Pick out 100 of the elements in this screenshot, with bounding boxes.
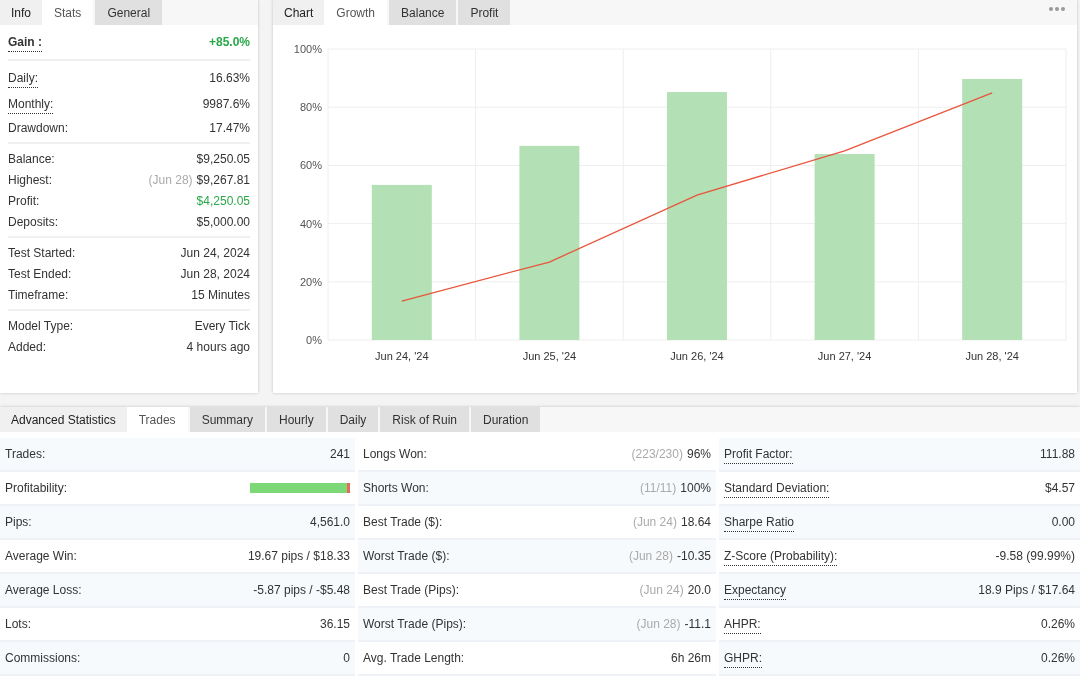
stat-label: Trades: (5, 446, 46, 463)
date-note: (Jun 28) (148, 172, 193, 187)
tab[interactable]: Balance (389, 0, 459, 25)
stat-label: Avg. Trade Length: (363, 650, 465, 667)
note-text: (Jun 24) (639, 583, 684, 597)
stat-label: Expectancy (724, 580, 787, 600)
stat-value: 15 Minutes (191, 287, 250, 302)
stat-value: 100% (680, 481, 711, 495)
axis-label: Jun 24, '24 (375, 350, 429, 362)
stat-value: 36.15 (319, 617, 350, 631)
axis-label: Jun 28, '24 (965, 350, 1019, 362)
stat-label: Worst Trade (Pips): (363, 616, 467, 633)
stat-label: Average Loss: (5, 582, 82, 599)
stat-value: -11.1 (684, 617, 711, 631)
stat-value: 9987.6% (202, 97, 250, 111)
menu-icon[interactable] (1049, 6, 1065, 12)
stat-value: 20.0 (687, 583, 711, 597)
stat-label: Test Ended: (8, 265, 72, 283)
panel-title: Chart (273, 0, 325, 25)
stat-label: Sharpe Ratio (724, 512, 795, 532)
stat-value: Jun 24, 2024 (180, 245, 250, 260)
stat-value: Every Tick (194, 318, 250, 333)
tab[interactable]: General (95, 0, 165, 25)
tab[interactable]: Daily (327, 407, 381, 432)
stat-label: Highest: (8, 171, 53, 189)
stat-value: $9,250.05 (196, 151, 250, 166)
stat-label: Balance: (8, 150, 55, 168)
stat-label: Best Trade (Pips): (363, 582, 460, 599)
axis-label: 0% (306, 334, 322, 346)
stat-value: 17.47% (209, 120, 250, 135)
stat-value: 6h 26m (670, 651, 711, 665)
stat-label: Monthly: (8, 94, 54, 114)
tab[interactable]: Growth (324, 0, 390, 25)
axis-label: 80% (299, 101, 322, 114)
stat-label: GHPR: (724, 648, 762, 668)
stat-value: $4,250.05 (196, 193, 250, 208)
stat-value: 4,561.0 (309, 515, 350, 529)
stat-value: 111.88 (1040, 447, 1075, 461)
panel-title: Info (0, 0, 42, 25)
axis-label: 20% (299, 275, 322, 288)
note-text: (Jun 28) (636, 617, 681, 631)
stat-label: Daily: (8, 68, 38, 88)
axis-label: Jun 27, '24 (817, 350, 872, 362)
stat-label: Worst Trade ($): (363, 548, 450, 565)
tab[interactable]: Profit (458, 0, 513, 25)
tab[interactable]: Duration (471, 407, 543, 432)
stat-value: 96% (686, 447, 711, 461)
stat-label: Lots: (5, 616, 31, 633)
tab[interactable]: Hourly (266, 407, 328, 432)
stat-label: Standard Deviation: (724, 478, 830, 498)
stat-value: 18.9 Pips / $17.64 (978, 583, 1075, 597)
stat-value: 0.00 (1051, 515, 1075, 529)
stat-value: 16.63% (209, 71, 250, 85)
stat-value: 18.64 (680, 515, 711, 529)
stat-label: Added: (8, 338, 47, 356)
tab[interactable]: Trades (126, 407, 190, 432)
stat-label: Best Trade ($): (363, 514, 443, 531)
axis-label: Jun 25, '24 (522, 350, 577, 362)
axis-label: Jun 26, '24 (670, 350, 724, 362)
stat-label: Shorts Won: (363, 480, 429, 497)
tab[interactable]: Risk of Ruin (380, 407, 471, 432)
stat-label: Deposits: (8, 213, 59, 231)
stat-label: Longs Won: (363, 446, 427, 463)
stat-value: 0.26% (1040, 651, 1075, 665)
stat-value: $9,267.81 (196, 172, 250, 187)
stat-label: Profit Factor: (724, 444, 793, 464)
tab[interactable]: Summary (189, 407, 267, 432)
stat-value: $4.57 (1044, 481, 1075, 495)
stat-label: Test Started: (8, 244, 76, 262)
stat-value: -10.35 (676, 549, 711, 563)
stat-value: +85.0% (208, 35, 250, 49)
stat-value: 0 (343, 651, 350, 665)
stat-label: Model Type: (8, 317, 74, 335)
tab[interactable]: Stats (42, 0, 96, 25)
stat-value: $5,000.00 (196, 214, 250, 229)
stat-value: -9.58 (99.99%) (995, 549, 1075, 563)
stat-label: Average Win: (5, 548, 77, 565)
note-text: (223/230) (631, 447, 683, 461)
stat-label: Gain : (8, 32, 42, 52)
note-text: (Jun 28) (628, 549, 673, 563)
note-text: (Jun 24) (632, 515, 677, 529)
stat-label: Z-Score (Probability): (724, 546, 838, 566)
note-text: (11/11) (640, 481, 677, 495)
stat-label: AHPR: (724, 614, 761, 634)
stat-value: -5.87 pips / -$5.48 (253, 583, 350, 597)
stat-label: Profitability: (5, 480, 68, 497)
stat-label: Commissions: (5, 650, 81, 667)
stat-value: Jun 28, 2024 (180, 266, 250, 281)
stat-value: 19.67 pips / $18.33 (247, 549, 350, 563)
stat-label: Timeframe: (8, 286, 69, 304)
stat-value: 0.26% (1040, 617, 1075, 631)
stat-label: Profit: (8, 192, 40, 210)
axis-label: 60% (299, 159, 322, 172)
stat-label: Drawdown: (8, 119, 69, 137)
stat-value: 4 hours ago (186, 339, 250, 354)
stat-label: Pips: (5, 514, 32, 531)
panel-title: Advanced Statistics (0, 407, 127, 432)
stat-value: 241 (329, 447, 350, 461)
axis-label: 100% (293, 43, 322, 55)
axis-label: 40% (299, 217, 322, 230)
